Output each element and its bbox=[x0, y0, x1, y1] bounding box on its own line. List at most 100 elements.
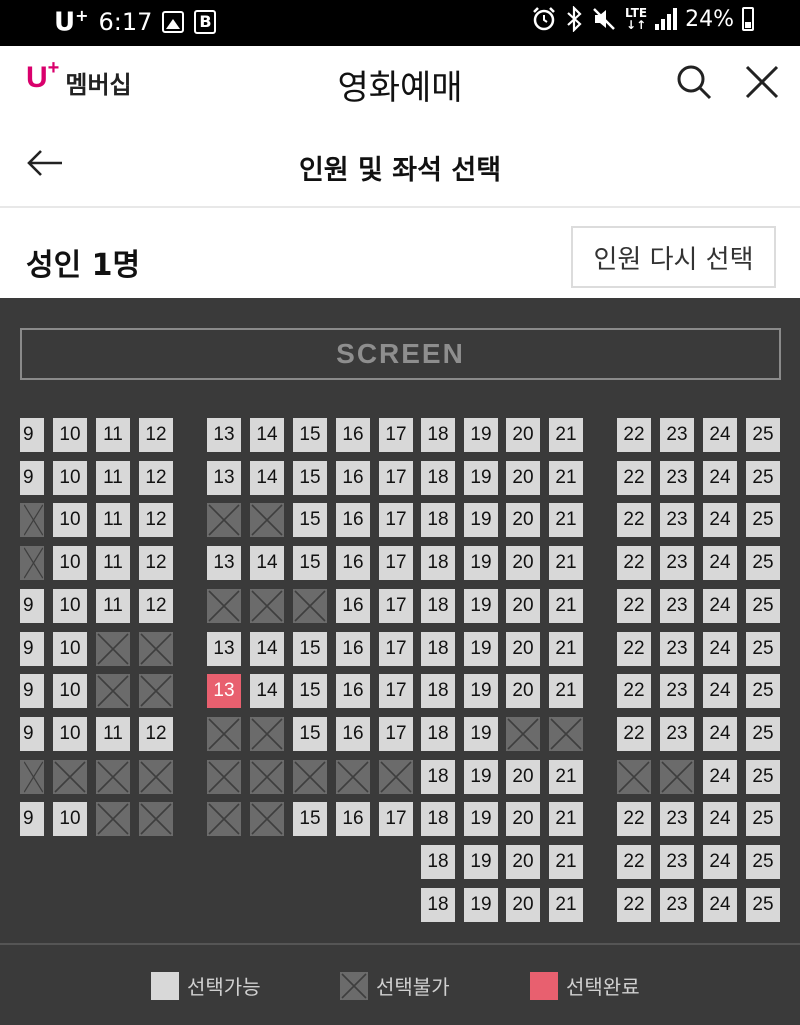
seat-available[interactable]: 21 bbox=[549, 589, 583, 623]
seat-available[interactable]: 11 bbox=[96, 589, 130, 623]
seat-available[interactable]: 19 bbox=[464, 632, 498, 666]
seat-available[interactable]: 18 bbox=[421, 674, 455, 708]
seat-available[interactable]: 12 bbox=[139, 546, 173, 580]
seat-available[interactable]: 22 bbox=[617, 546, 651, 580]
seat-available[interactable]: 23 bbox=[660, 632, 694, 666]
seat-available[interactable]: 23 bbox=[660, 802, 694, 836]
seat-available[interactable]: 16 bbox=[336, 632, 370, 666]
seat-available[interactable]: 15 bbox=[293, 674, 327, 708]
seat-available[interactable]: 11 bbox=[96, 546, 130, 580]
seat-available[interactable]: 9 bbox=[20, 461, 44, 495]
reselect-person-button[interactable]: 인원 다시 선택 bbox=[571, 226, 776, 288]
seat-available[interactable]: 19 bbox=[464, 717, 498, 751]
seat-available[interactable]: 24 bbox=[703, 632, 737, 666]
seat-available[interactable]: 18 bbox=[421, 461, 455, 495]
seat-available[interactable]: 17 bbox=[379, 674, 413, 708]
seat-available[interactable]: 25 bbox=[746, 589, 780, 623]
seat-available[interactable]: 23 bbox=[660, 418, 694, 452]
seat-available[interactable]: 24 bbox=[703, 503, 737, 537]
seat-available[interactable]: 22 bbox=[617, 674, 651, 708]
seat-available[interactable]: 19 bbox=[464, 589, 498, 623]
seat-available[interactable]: 18 bbox=[421, 802, 455, 836]
seat-available[interactable]: 17 bbox=[379, 503, 413, 537]
seat-available[interactable]: 25 bbox=[746, 632, 780, 666]
seat-available[interactable]: 22 bbox=[617, 589, 651, 623]
seat-available[interactable]: 22 bbox=[617, 461, 651, 495]
seat-available[interactable]: 15 bbox=[293, 503, 327, 537]
seat-available[interactable]: 21 bbox=[549, 845, 583, 879]
seat-available[interactable]: 18 bbox=[421, 888, 455, 922]
seat-available[interactable]: 25 bbox=[746, 674, 780, 708]
seat-available[interactable]: 23 bbox=[660, 674, 694, 708]
seat-available[interactable]: 18 bbox=[421, 845, 455, 879]
seat-available[interactable]: 16 bbox=[336, 503, 370, 537]
seat-available[interactable]: 15 bbox=[293, 717, 327, 751]
seat-available[interactable]: 23 bbox=[660, 461, 694, 495]
seat-available[interactable]: 23 bbox=[660, 717, 694, 751]
seat-available[interactable]: 18 bbox=[421, 503, 455, 537]
seat-available[interactable]: 15 bbox=[293, 461, 327, 495]
seat-available[interactable]: 21 bbox=[549, 418, 583, 452]
seat-available[interactable]: 12 bbox=[139, 589, 173, 623]
seat-available[interactable]: 22 bbox=[617, 632, 651, 666]
seat-available[interactable]: 20 bbox=[506, 888, 540, 922]
seat-available[interactable]: 23 bbox=[660, 845, 694, 879]
seat-available[interactable]: 21 bbox=[549, 802, 583, 836]
seat-available[interactable]: 21 bbox=[549, 503, 583, 537]
seat-available[interactable]: 9 bbox=[20, 418, 44, 452]
seat-available[interactable]: 21 bbox=[549, 674, 583, 708]
seat-available[interactable]: 12 bbox=[139, 461, 173, 495]
seat-available[interactable]: 19 bbox=[464, 418, 498, 452]
seat-available[interactable]: 16 bbox=[336, 546, 370, 580]
seat-available[interactable]: 18 bbox=[421, 760, 455, 794]
seat-available[interactable]: 14 bbox=[250, 674, 284, 708]
seat-available[interactable]: 24 bbox=[703, 589, 737, 623]
seat-available[interactable]: 19 bbox=[464, 802, 498, 836]
seat-available[interactable]: 24 bbox=[703, 888, 737, 922]
seat-available[interactable]: 25 bbox=[746, 503, 780, 537]
seat-available[interactable]: 19 bbox=[464, 546, 498, 580]
seat-available[interactable]: 20 bbox=[506, 674, 540, 708]
seat-available[interactable]: 18 bbox=[421, 546, 455, 580]
seat-available[interactable]: 25 bbox=[746, 546, 780, 580]
seat-available[interactable]: 12 bbox=[139, 503, 173, 537]
seat-available[interactable]: 25 bbox=[746, 760, 780, 794]
seat-available[interactable]: 24 bbox=[703, 717, 737, 751]
seat-available[interactable]: 21 bbox=[549, 632, 583, 666]
seat-available[interactable]: 12 bbox=[139, 717, 173, 751]
seat-available[interactable]: 19 bbox=[464, 760, 498, 794]
seat-available[interactable]: 24 bbox=[703, 546, 737, 580]
seat-available[interactable]: 10 bbox=[53, 802, 87, 836]
seat-available[interactable]: 20 bbox=[506, 845, 540, 879]
seat-available[interactable]: 25 bbox=[746, 717, 780, 751]
seat-available[interactable]: 10 bbox=[53, 674, 87, 708]
seat-available[interactable]: 10 bbox=[53, 717, 87, 751]
seat-available[interactable]: 17 bbox=[379, 802, 413, 836]
seat-available[interactable]: 17 bbox=[379, 589, 413, 623]
seat-available[interactable]: 18 bbox=[421, 717, 455, 751]
seat-available[interactable]: 24 bbox=[703, 845, 737, 879]
seat-available[interactable]: 14 bbox=[250, 418, 284, 452]
seat-available[interactable]: 21 bbox=[549, 461, 583, 495]
seat-selected[interactable]: 13 bbox=[207, 674, 241, 708]
seat-available[interactable]: 10 bbox=[53, 461, 87, 495]
seat-available[interactable]: 9 bbox=[20, 717, 44, 751]
close-icon[interactable] bbox=[740, 60, 784, 104]
seat-available[interactable]: 9 bbox=[20, 802, 44, 836]
seat-available[interactable]: 15 bbox=[293, 632, 327, 666]
seat-available[interactable]: 9 bbox=[20, 589, 44, 623]
seat-available[interactable]: 9 bbox=[20, 674, 44, 708]
seat-available[interactable]: 20 bbox=[506, 760, 540, 794]
seat-available[interactable]: 23 bbox=[660, 546, 694, 580]
seat-available[interactable]: 20 bbox=[506, 589, 540, 623]
seat-available[interactable]: 11 bbox=[96, 503, 130, 537]
seat-available[interactable]: 12 bbox=[139, 418, 173, 452]
seat-available[interactable]: 11 bbox=[96, 717, 130, 751]
seat-available[interactable]: 25 bbox=[746, 845, 780, 879]
seat-available[interactable]: 23 bbox=[660, 888, 694, 922]
seat-available[interactable]: 20 bbox=[506, 546, 540, 580]
seat-available[interactable]: 25 bbox=[746, 461, 780, 495]
seat-available[interactable]: 19 bbox=[464, 888, 498, 922]
seat-available[interactable]: 25 bbox=[746, 888, 780, 922]
seat-available[interactable]: 24 bbox=[703, 461, 737, 495]
